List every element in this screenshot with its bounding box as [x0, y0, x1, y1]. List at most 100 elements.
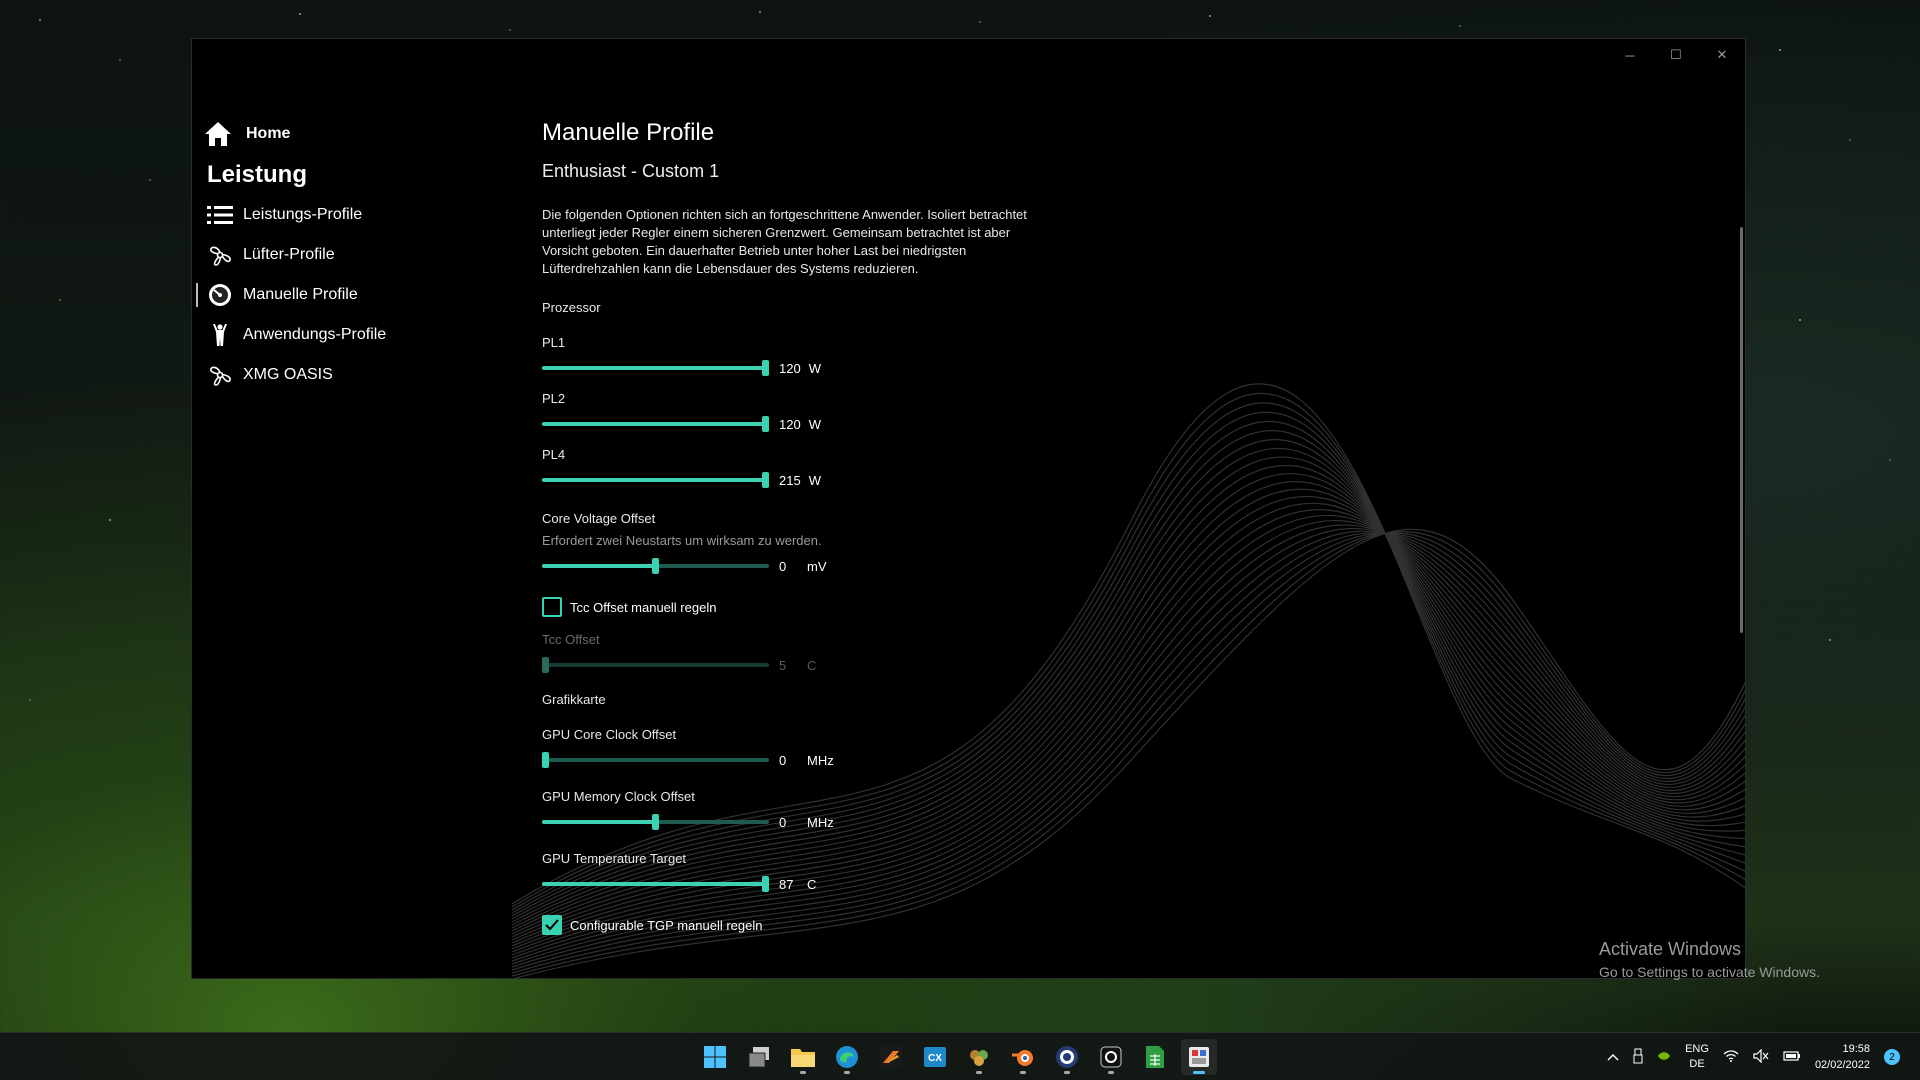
window-caption-buttons: ─ ☐ ✕	[1607, 39, 1745, 71]
tcc-slider: 5 C	[542, 653, 1242, 677]
gpu-temperature-label: GPU Temperature Target	[542, 851, 687, 866]
pl1-label: PL1	[542, 335, 566, 350]
slider-fill	[542, 422, 766, 426]
system-tray: ENG DE 19:58 02/02/2022 2	[1607, 1033, 1900, 1080]
app-window: ─ ☐ ✕ Home Leistung Leistungs-Profile Lü…	[191, 38, 1746, 979]
taskbar: CX ENG DE 19:58 02/02/2022 2	[0, 1032, 1920, 1080]
pl1-slider[interactable]: 120 W	[542, 356, 1242, 380]
slider-track[interactable]	[542, 360, 769, 376]
language-indicator[interactable]: ENG DE	[1685, 1042, 1709, 1072]
wifi-icon[interactable]	[1723, 1049, 1739, 1065]
usb-icon[interactable]	[1633, 1048, 1643, 1067]
core-voltage-setting: Core Voltage Offset Erfordert zwei Neust…	[542, 511, 1242, 578]
gpu-memory-setting: GPU Memory Clock Offset 0 MHz	[542, 789, 1242, 834]
core-voltage-unit: mV	[807, 558, 827, 574]
checkbox-box[interactable]	[542, 915, 562, 935]
gpu-memory-slider[interactable]: 0 MHz	[542, 810, 1242, 834]
slider-track[interactable]	[542, 472, 769, 488]
person-icon	[207, 322, 233, 348]
sidebar-item-leistungs-profile[interactable]: Leistungs-Profile	[198, 195, 518, 235]
file-explorer-icon[interactable]	[785, 1039, 821, 1075]
slider-thumb[interactable]	[652, 814, 659, 830]
checkbox-box[interactable]	[542, 597, 562, 617]
pl2-value: 120	[779, 416, 801, 432]
chevron-up-icon[interactable]	[1607, 1050, 1619, 1064]
scrollbar[interactable]	[1740, 227, 1743, 633]
app-icon[interactable]	[961, 1039, 997, 1075]
tgp-checkbox[interactable]: Configurable TGP manuell regeln	[542, 914, 1242, 936]
slider-thumb[interactable]	[542, 752, 549, 768]
slider-track[interactable]	[542, 876, 769, 892]
blender-icon[interactable]	[1005, 1039, 1041, 1075]
slider-thumb[interactable]	[762, 360, 769, 376]
sidebar-item-anwendungs-profile[interactable]: Anwendungs-Profile	[198, 315, 518, 355]
gpu-memory-label: GPU Memory Clock Offset	[542, 789, 695, 804]
slider-track[interactable]	[542, 416, 769, 432]
gpu-core-label: GPU Core Clock Offset	[542, 727, 677, 742]
sidebar-item-xmg-oasis[interactable]: XMG OASIS	[198, 355, 518, 395]
close-button[interactable]: ✕	[1699, 39, 1745, 71]
tcc-unit: C	[807, 657, 817, 673]
cx-icon[interactable]: CX	[917, 1039, 953, 1075]
sidebar-item-luefter-profile[interactable]: Lüfter-Profile	[198, 235, 518, 275]
pl4-setting: PL4 215 W	[542, 447, 1242, 492]
gpu-core-value: 0	[779, 752, 787, 768]
sidebar-item-manuelle-profile[interactable]: Manuelle Profile	[196, 275, 518, 315]
task-view-icon[interactable]	[741, 1039, 777, 1075]
slider-thumb[interactable]	[762, 876, 769, 892]
tcc-setting: Tcc Offset 5 C	[542, 632, 1242, 677]
minimize-button[interactable]: ─	[1607, 39, 1653, 71]
clock[interactable]: 19:58 02/02/2022	[1815, 1041, 1870, 1073]
slider-thumb[interactable]	[762, 472, 769, 488]
app-icon[interactable]	[873, 1039, 909, 1075]
core-voltage-value: 0	[779, 558, 787, 574]
gauge-icon	[207, 282, 233, 308]
app-icon[interactable]	[1049, 1039, 1085, 1075]
tcc-value: 5	[779, 657, 787, 673]
activate-title: Activate Windows	[1599, 939, 1742, 959]
pl4-unit: W	[808, 472, 821, 488]
app-icon[interactable]	[1093, 1039, 1129, 1075]
processor-header: Prozessor	[542, 300, 601, 315]
core-voltage-hint: Erfordert zwei Neustarts um wirksam zu w…	[542, 533, 822, 548]
taskbar-apps: CX	[697, 1039, 1217, 1075]
home-icon	[205, 122, 231, 146]
speaker-muted-icon[interactable]	[1753, 1048, 1769, 1066]
windows-start-icon[interactable]	[697, 1039, 733, 1075]
description-text: Die folgenden Optionen richten sich an f…	[542, 207, 1027, 276]
slider-thumb[interactable]	[652, 558, 659, 574]
maximize-button[interactable]: ☐	[1653, 39, 1699, 71]
pl1-unit: W	[808, 360, 821, 376]
checkmark-icon	[545, 919, 559, 931]
gpu-temperature-slider[interactable]: 87 C	[542, 872, 1242, 896]
edge-icon[interactable]	[829, 1039, 865, 1075]
tcc-checkbox-label: Tcc Offset manuell regeln	[570, 599, 717, 615]
activate-windows-watermark: Activate Windows Go to Settings to activ…	[1599, 939, 1820, 980]
activate-subtitle: Go to Settings to activate Windows.	[1599, 964, 1820, 980]
spreadsheet-icon[interactable]	[1137, 1039, 1173, 1075]
nvidia-icon[interactable]	[1657, 1050, 1671, 1065]
notification-badge[interactable]: 2	[1884, 1049, 1900, 1065]
pl1-setting: PL1 120 W	[542, 335, 1242, 380]
slider-fill	[542, 820, 656, 824]
gpu-core-unit: MHz	[807, 752, 834, 768]
battery-icon[interactable]	[1783, 1050, 1801, 1065]
core-voltage-slider[interactable]: 0 mV	[542, 554, 1242, 578]
control-center-icon[interactable]	[1181, 1039, 1217, 1075]
slider-fill	[542, 564, 656, 568]
slider-thumb[interactable]	[762, 416, 769, 432]
pl4-slider[interactable]: 215 W	[542, 468, 1242, 492]
sidebar: Home Leistung Leistungs-Profile Lüfter-P…	[196, 115, 518, 395]
pl2-slider[interactable]: 120 W	[542, 412, 1242, 436]
slider-track[interactable]	[542, 814, 769, 830]
slider-track[interactable]	[542, 558, 769, 574]
gpu-memory-value: 0	[779, 814, 787, 830]
slider-track[interactable]	[542, 752, 769, 768]
tcc-checkbox[interactable]: Tcc Offset manuell regeln	[542, 596, 1242, 618]
page-title: Manuelle Profile	[542, 119, 715, 146]
gpu-core-slider[interactable]: 0 MHz	[542, 748, 1242, 772]
main-content: Manuelle Profile Enthusiast - Custom 1 D…	[542, 119, 1242, 936]
home-button[interactable]: Home	[198, 115, 518, 153]
slider-thumb	[542, 657, 549, 673]
pl2-unit: W	[808, 416, 821, 432]
